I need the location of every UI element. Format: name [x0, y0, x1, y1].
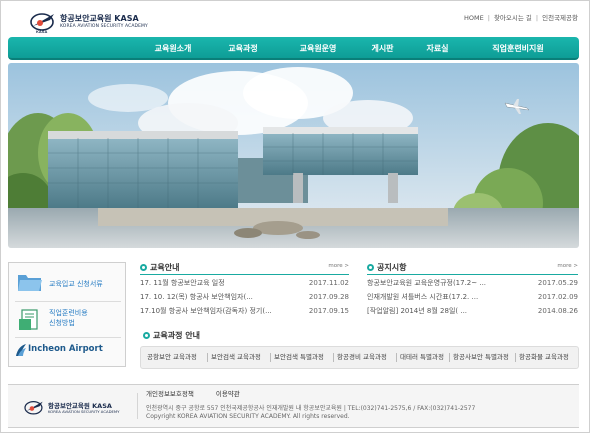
footer-logo-subtitle: KOREA AVIATION SECURITY ACADEMY — [48, 409, 120, 414]
news-date: 2017.09.28 — [308, 293, 349, 301]
site-logo[interactable]: KASA 항공보안교육원 KASA KOREA AVIATION SECURIT… — [30, 8, 160, 34]
logo-title: 항공보안교육원 KASA — [60, 14, 139, 23]
course-counter-terror[interactable]: 대테러 특별과정 — [400, 347, 444, 368]
news-item[interactable]: 17.10월 항공사 보안책임자(감독자) 정기(... — [140, 305, 272, 317]
incheon-airport-logo-icon — [16, 344, 26, 356]
news-item[interactable]: 17. 10. 12(목) 항공사 보안책임자(... — [140, 291, 253, 303]
utility-links: HOME | 찾아오시는 길 | 인천국제공항 — [464, 12, 578, 22]
directions-link[interactable]: 찾아오시는 길 — [494, 12, 532, 22]
nav-item-about[interactable]: 교육원소개 — [143, 37, 203, 60]
nav-item-resources[interactable]: 자료실 — [415, 37, 460, 60]
main-nav: 교육원소개 교육과정 교육원운영 게시판 자료실 직업훈련비지원 — [8, 37, 579, 60]
panel-underline — [367, 274, 578, 275]
courses-bar: 공항보안 교육과정 보안검색 교육과정 보안검색 특별과정 항공경비 교육과정 … — [140, 346, 579, 369]
course-screening-special[interactable]: 보안검색 특별과정 — [274, 347, 324, 368]
logo-subtitle: KOREA AVIATION SECURITY ACADEMY — [60, 24, 148, 29]
notice-item[interactable]: 인재개발원 셔틀버스 시간표(17.2. ... — [367, 291, 478, 303]
quick-links-panel: 교육입교 신청서류 직업훈련비용 신청방법 Incheon Airport — [8, 262, 126, 367]
bullet-icon — [140, 264, 147, 271]
course-airport-security[interactable]: 공항보안 교육과정 — [147, 347, 197, 368]
separator — [270, 353, 271, 362]
separator — [449, 353, 450, 362]
quick-link-admission-docs[interactable]: 교육입교 신청서류 — [9, 267, 127, 301]
panel-title-text: 공지시항 — [377, 263, 407, 272]
news-date: 2017.11.02 — [308, 279, 349, 287]
news-item[interactable]: 17. 11월 항공보안교육 일정 — [140, 277, 225, 289]
courses-title-text: 교육과정 안내 — [153, 331, 200, 340]
notice-item[interactable]: 항공보안교육원 교육운영규정(17.2~ ... — [367, 277, 486, 289]
panel-title: 공지시항 — [367, 262, 406, 273]
course-airline-security[interactable]: 항공사보안 특별과정 — [453, 347, 509, 368]
quick-link-label-line1: 직업훈련비용 — [49, 309, 88, 317]
notice-panel: 공지시항 more > 항공보안교육원 교육운영규정(17.2~ ... 201… — [367, 262, 578, 324]
more-link[interactable]: more > — [557, 263, 578, 269]
document-icon — [19, 309, 38, 330]
bullet-icon — [143, 332, 150, 339]
notice-item[interactable]: [작업알림] 2014년 8월 28일( ... — [367, 305, 467, 317]
footer-logo: 항공보안교육원 KASA KOREA AVIATION SECURITY ACA… — [16, 393, 138, 419]
quick-link-training-cost[interactable]: 직업훈련비용 신청방법 — [9, 303, 127, 337]
course-screening[interactable]: 보안검색 교육과정 — [211, 347, 261, 368]
panel-title-text: 교육안내 — [150, 263, 180, 272]
hero-banner-image — [8, 63, 579, 248]
course-air-cargo[interactable]: 항공화물 교육과정 — [519, 347, 569, 368]
footer-links: 개인정보보호정책 이용약관 — [146, 388, 262, 398]
panel-underline — [140, 274, 349, 275]
separator — [207, 353, 208, 362]
nav-item-operation[interactable]: 교육원운영 — [283, 37, 353, 60]
terms-link[interactable]: 이용약관 — [216, 390, 240, 398]
nav-item-board[interactable]: 게시판 — [360, 37, 405, 60]
divider — [15, 301, 121, 302]
logo-mark-text: KASA — [36, 29, 47, 34]
footer: 항공보안교육원 KASA KOREA AVIATION SECURITY ACA… — [8, 384, 579, 428]
folder-icon — [18, 275, 42, 291]
news-date: 2017.09.15 — [308, 307, 349, 315]
separator — [515, 353, 516, 362]
more-link[interactable]: more > — [328, 263, 349, 269]
incheon-airport-link[interactable]: 인천국제공항 — [542, 12, 578, 22]
incheon-airport-link[interactable]: Incheon Airport — [28, 344, 103, 354]
notice-date: 2017.05.29 — [537, 279, 578, 287]
notice-date: 2014.08.26 — [537, 307, 578, 315]
courses-title: 교육과정 안내 — [143, 330, 200, 341]
footer-address: 인천광역시 중구 공항로 557 인천국제공항공사 인재개발원 내 항공보안교육… — [146, 405, 476, 412]
nav-item-courses[interactable]: 교육과정 — [213, 37, 273, 60]
privacy-policy-link[interactable]: 개인정보보호정책 — [146, 390, 194, 398]
course-aviation-guard[interactable]: 항공경비 교육과정 — [337, 347, 387, 368]
kasa-logo-icon: KASA — [30, 13, 54, 34]
notice-date: 2017.02.09 — [537, 293, 578, 301]
education-news-panel: 교육안내 more > 17. 11월 항공보안교육 일정 2017.11.02… — [140, 262, 349, 324]
footer-copyright: Copyright KOREA AVIATION SECURITY ACADEM… — [146, 413, 350, 420]
panel-title: 교육안내 — [140, 262, 179, 273]
quick-link-label-line2: 신청방법 — [49, 319, 75, 327]
separator — [333, 353, 334, 362]
quick-link-label: 교육입교 신청서류 — [49, 280, 103, 288]
bullet-icon — [367, 264, 374, 271]
nav-item-training-support[interactable]: 직업훈련비지원 — [478, 37, 558, 60]
kasa-logo-icon — [24, 401, 43, 415]
divider — [15, 337, 121, 338]
separator — [396, 353, 397, 362]
home-link[interactable]: HOME — [464, 14, 484, 22]
